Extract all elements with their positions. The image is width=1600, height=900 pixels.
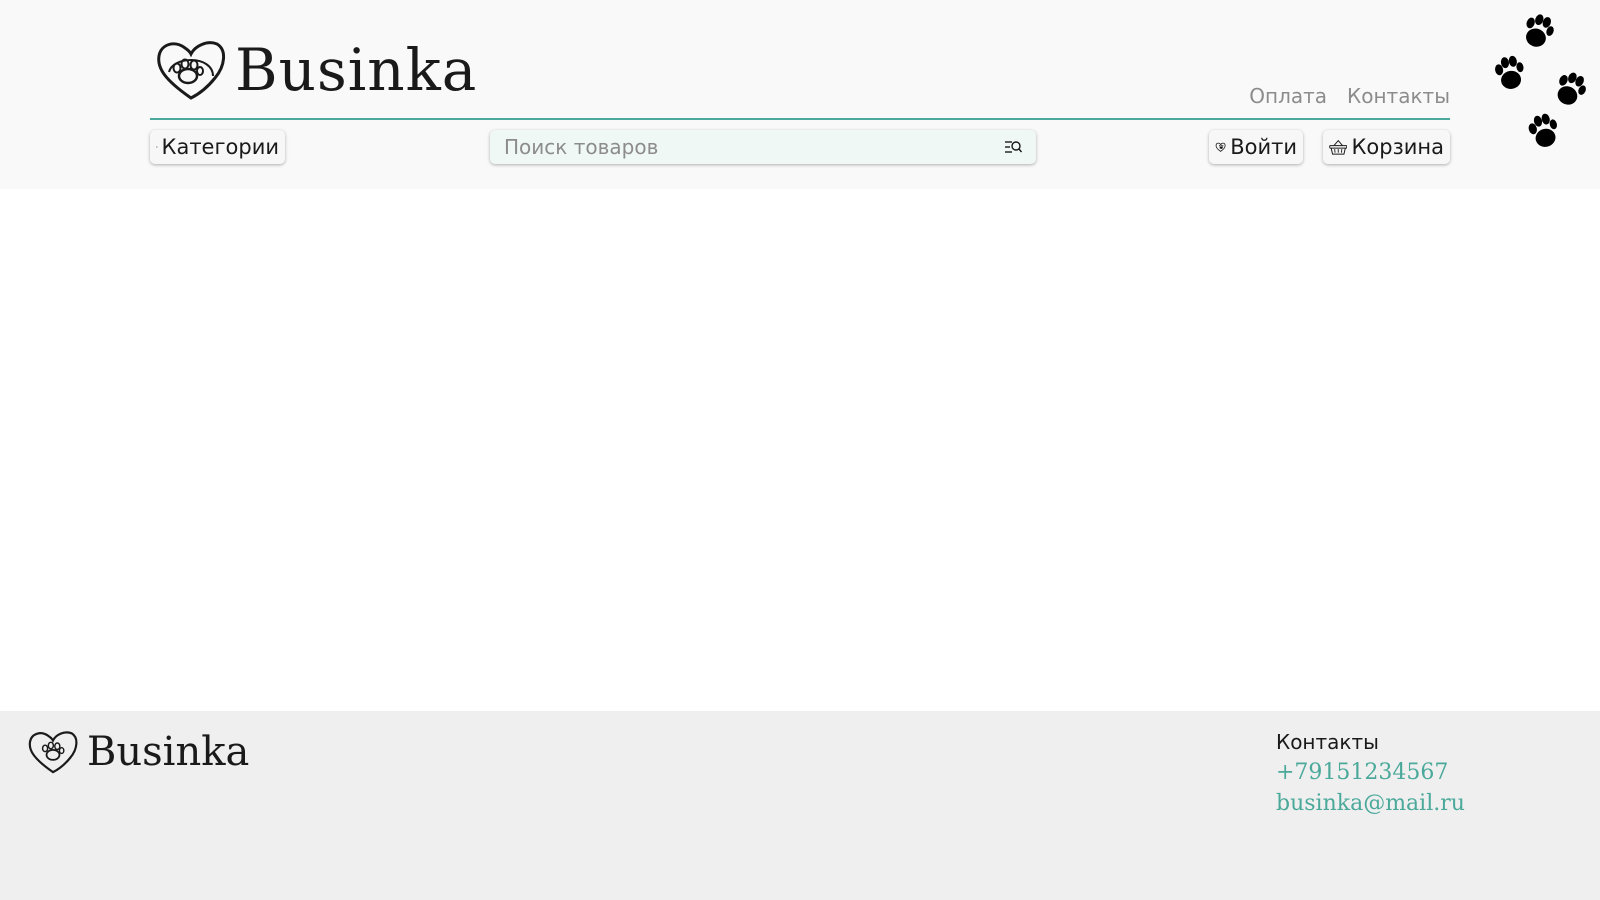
site-logo[interactable]: Businka [155, 36, 477, 104]
footer-logo-text: Businka [87, 729, 250, 775]
main-content [0, 189, 1600, 711]
heart-paw-icon [28, 731, 78, 774]
nav-link-contacts[interactable]: Контакты [1347, 84, 1450, 108]
search-bar [490, 130, 1036, 164]
cart-label: Корзина [1351, 135, 1444, 159]
cart-button[interactable]: Корзина [1323, 130, 1450, 164]
phone-link[interactable]: +79151234567 [1276, 760, 1465, 785]
categories-button[interactable]: Категории [150, 130, 285, 164]
logo-text: Businka [235, 36, 478, 104]
categories-label: Категории [161, 135, 279, 159]
search-input[interactable] [504, 135, 1004, 159]
paw-prints-decoration [1495, 14, 1586, 147]
contacts-heading: Контакты [1276, 730, 1379, 754]
nav-link-payment[interactable]: Оплата [1249, 84, 1327, 108]
paw-user-icon [1215, 142, 1226, 152]
grid-icon [156, 146, 158, 148]
footer-logo[interactable]: Businka [27, 728, 249, 776]
search-icon[interactable] [1004, 139, 1022, 155]
login-button[interactable]: Войти [1209, 130, 1303, 164]
footer-contacts: Контакты +79151234567 businka@mail.ru [1276, 730, 1465, 822]
email-link[interactable]: businka@mail.ru [1276, 791, 1465, 816]
header-divider [150, 118, 1450, 120]
heart-paw-icon [157, 41, 225, 100]
login-label: Войти [1230, 135, 1297, 159]
basket-icon [1329, 139, 1348, 155]
top-nav: Оплата Контакты [1249, 84, 1450, 108]
site-header: Businka Оплата Контакты Категории Поиск … [0, 0, 1600, 189]
